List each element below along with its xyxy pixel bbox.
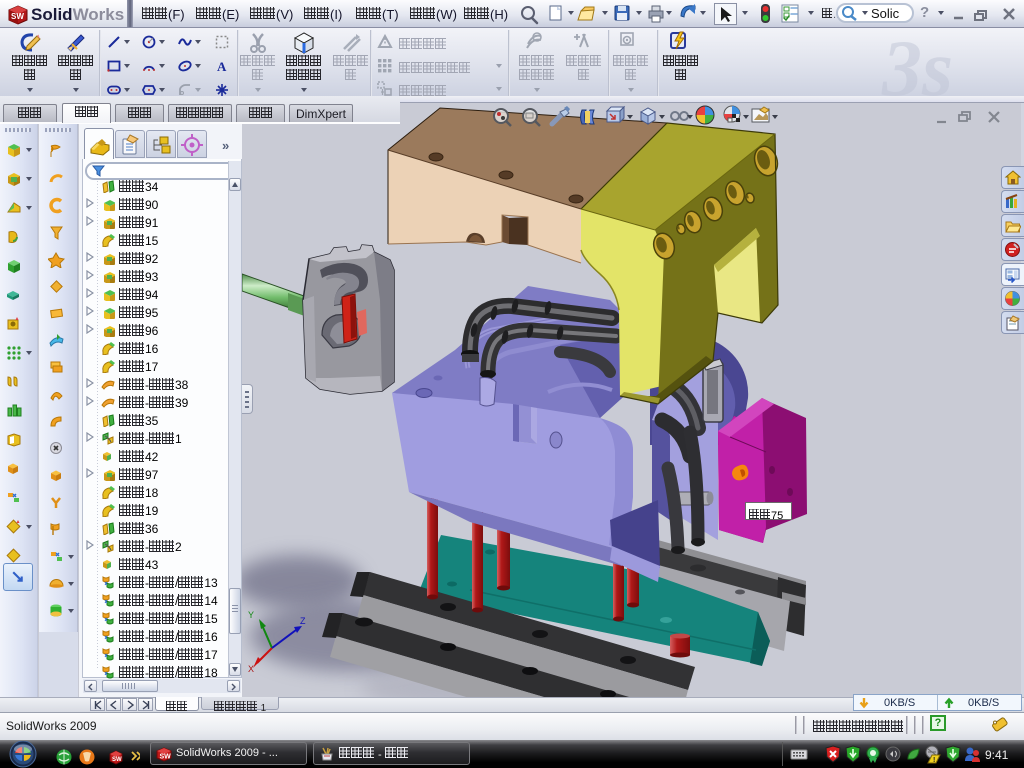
- svg-text:SW: SW: [112, 757, 122, 763]
- svg-text:Z: Z: [300, 616, 306, 626]
- svg-text:!: !: [933, 757, 935, 764]
- svg-text:SW: SW: [11, 12, 24, 21]
- svg-text:A: A: [217, 59, 227, 74]
- svg-text:X: X: [248, 664, 254, 674]
- svg-text:SW: SW: [160, 754, 172, 761]
- svg-text:Y: Y: [248, 610, 254, 620]
